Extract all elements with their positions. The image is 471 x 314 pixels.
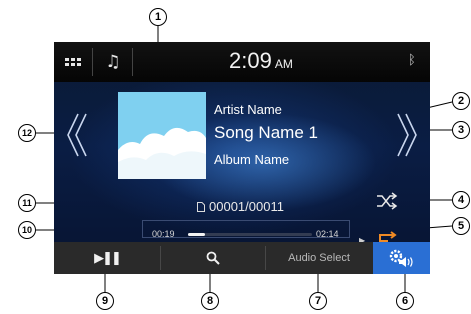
music-note-icon: ♫: [105, 51, 121, 72]
audio-source-button[interactable]: ♫: [96, 46, 130, 78]
track-counter-text: 00001/00011: [209, 199, 284, 214]
callout-5: 5: [452, 217, 470, 235]
status-divider: [132, 48, 133, 76]
album-name: Album Name: [214, 152, 290, 167]
album-artwork[interactable]: [118, 92, 206, 179]
gear-speaker-icon: [389, 249, 413, 267]
song-title: Song Name 1: [214, 123, 318, 142]
bottom-bar: ▶❚❚ Audio Select: [54, 242, 430, 274]
media-player-screen: ♫ 2:09 AM ᛒ Artist Name Song Name 1 Album…: [54, 42, 430, 274]
callout-7: 7: [309, 292, 327, 310]
play-pause-icon: ▶❚❚: [94, 250, 122, 266]
chevron-right-icon: [397, 113, 417, 157]
home-menu-button[interactable]: [56, 46, 90, 78]
callout-1: 1: [149, 8, 167, 26]
artist-name: Artist Name: [214, 102, 282, 117]
callout-2: 2: [452, 92, 470, 110]
callout-9: 9: [96, 292, 114, 310]
previous-track-button[interactable]: [64, 112, 94, 158]
clock-time: 2:09: [229, 48, 272, 73]
chevron-left-icon: [67, 113, 87, 157]
play-pause-button[interactable]: ▶❚❚: [54, 242, 160, 274]
elapsed-time: 00:19: [152, 229, 175, 239]
callout-8: 8: [201, 292, 219, 310]
grid-menu-icon: [65, 58, 81, 66]
callout-11: 11: [18, 194, 36, 212]
repeat-icon: [379, 231, 397, 240]
total-time: 02:14: [316, 229, 339, 239]
clock-ampm: AM: [274, 57, 293, 71]
callout-10: 10: [18, 221, 36, 239]
clock: 2:09 AM: [229, 50, 293, 72]
status-divider: [92, 48, 93, 76]
search-icon: [206, 251, 220, 265]
track-counter: 00001/00011: [197, 199, 284, 214]
callout-12: 12: [18, 124, 36, 142]
audio-settings-button[interactable]: [373, 242, 430, 274]
progress-bar[interactable]: [188, 233, 312, 236]
search-button[interactable]: [161, 242, 265, 274]
status-bar: ♫ 2:09 AM ᛒ: [54, 42, 430, 82]
next-track-button[interactable]: [390, 112, 420, 158]
bluetooth-icon: ᛒ: [408, 53, 416, 68]
progress-bar-fill: [188, 233, 206, 236]
audio-select-button[interactable]: Audio Select: [266, 242, 372, 274]
callout-3: 3: [452, 121, 470, 139]
shuffle-button[interactable]: [376, 192, 398, 210]
callout-4: 4: [452, 191, 470, 209]
callout-6: 6: [396, 292, 414, 310]
shuffle-icon: [377, 192, 398, 210]
file-icon: [197, 201, 205, 212]
